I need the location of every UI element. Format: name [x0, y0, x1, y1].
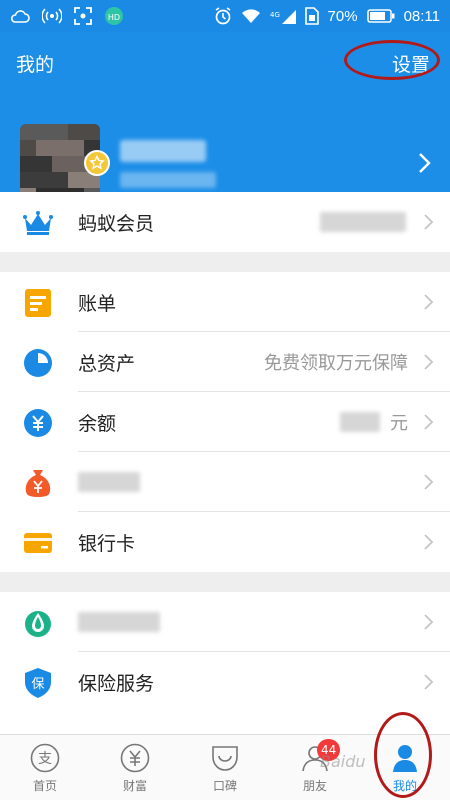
alarm-icon: [214, 7, 232, 25]
avatar-pixel: [20, 156, 36, 172]
list-item-redacted-credit[interactable]: [0, 592, 450, 652]
tab-label: 财富: [122, 779, 147, 793]
avatar-pixel: [68, 172, 84, 188]
chevron-right-icon: [424, 414, 434, 434]
settings-annotation-circle: [344, 40, 440, 80]
chevron-right-icon: [424, 674, 434, 694]
scan-icon: [74, 7, 92, 25]
list-item-label: 总资产: [78, 352, 136, 375]
wealth-yuan-icon: [120, 743, 150, 773]
list-item-balance[interactable]: 余额 元: [0, 392, 450, 452]
svg-text:4G: 4G: [270, 11, 280, 19]
tab-koubei[interactable]: 口碑: [180, 735, 270, 800]
status-time: 08:11: [403, 7, 440, 25]
avatar-pixel: [20, 140, 36, 156]
hd-icon: HD: [104, 6, 124, 26]
avatar-pixel: [36, 156, 52, 172]
tab-label: 首页: [32, 779, 57, 793]
crown-icon: [22, 207, 54, 239]
page-title: 我的: [16, 54, 55, 76]
list-item-detail: 元: [390, 413, 408, 434]
avatar-pixel: [20, 172, 36, 188]
fund-drop-icon: [22, 607, 54, 639]
list-item-bill[interactable]: 账单: [0, 272, 450, 332]
tab-wealth[interactable]: 财富: [90, 735, 180, 800]
wifi-icon: [241, 8, 261, 24]
list-item-label: 蚂蚁会员: [78, 212, 155, 235]
avatar-pixel: [36, 172, 52, 188]
chevron-right-icon: [424, 214, 434, 234]
me-tab-annotation-circle: [374, 712, 432, 798]
account-id-redacted: [120, 172, 216, 188]
battery-icon: [366, 9, 395, 23]
bill-icon: [22, 287, 54, 319]
redacted-detail: [320, 212, 406, 232]
chevron-right-icon[interactable]: [418, 152, 432, 178]
svg-text:保: 保: [31, 677, 44, 692]
status-bar: HD 4G 70% 08:11: [0, 0, 450, 32]
chevron-right-icon: [424, 534, 434, 554]
list-item-detail: 免费领取万元保障: [264, 353, 408, 374]
list-item-insurance[interactable]: 保 保险服务: [0, 652, 450, 712]
chevron-right-icon: [424, 354, 434, 374]
list-item-total-assets[interactable]: 总资产 免费领取万元保障: [0, 332, 450, 392]
redacted-label: [78, 612, 160, 632]
redacted-amount: [340, 412, 380, 432]
avatar-pixel: [68, 124, 84, 140]
sim-icon: [304, 7, 319, 25]
list-item-label: 账单: [78, 292, 117, 315]
avatar-pixel: [84, 124, 100, 140]
username-redacted: [120, 140, 206, 162]
tab-home[interactable]: 支 首页: [0, 735, 90, 800]
avatar-pixel: [52, 172, 68, 188]
hotspot-icon: [42, 8, 62, 24]
avatar-pixel: [68, 140, 84, 156]
list-item-label: 保险服务: [78, 672, 155, 695]
redacted-label: [78, 472, 140, 492]
avatar-pixel: [68, 156, 84, 172]
tab-label: 口碑: [212, 779, 237, 793]
chevron-right-icon: [424, 614, 434, 634]
assets-pie-icon: [22, 347, 54, 379]
svg-text:HD: HD: [108, 13, 120, 22]
avatar-pixel: [52, 140, 68, 156]
signal-icon: 4G: [270, 8, 296, 24]
balance-yuan-icon: [22, 407, 54, 439]
bank-card-icon: [22, 527, 54, 559]
avatar-pixel: [20, 124, 36, 140]
insurance-shield-icon: 保: [22, 667, 54, 699]
chevron-right-icon: [424, 474, 434, 494]
alipay-home-icon: 支: [30, 743, 60, 773]
list-item-label: 余额: [78, 412, 117, 435]
cloud-icon: [10, 9, 30, 23]
money-bag-icon: [22, 467, 54, 499]
avatar-pixel: [52, 156, 68, 172]
battery-percent: 70%: [327, 7, 358, 25]
svg-text:支: 支: [38, 751, 52, 767]
tab-label: 朋友: [302, 779, 327, 793]
list-item-bank-card[interactable]: 银行卡: [0, 512, 450, 572]
watermark: Baidu: [320, 752, 366, 771]
member-star-icon: [84, 150, 110, 176]
partial-row-icon: [22, 718, 54, 734]
avatar-pixel: [36, 124, 52, 140]
list-item-member[interactable]: 蚂蚁会员: [0, 192, 450, 252]
avatar-pixel: [52, 124, 68, 140]
avatar-pixel: [36, 140, 52, 156]
list-item-redacted-fund[interactable]: [0, 452, 450, 512]
list-item-label: 银行卡: [78, 532, 136, 555]
koubei-bag-icon: [210, 743, 240, 773]
chevron-right-icon: [424, 294, 434, 314]
